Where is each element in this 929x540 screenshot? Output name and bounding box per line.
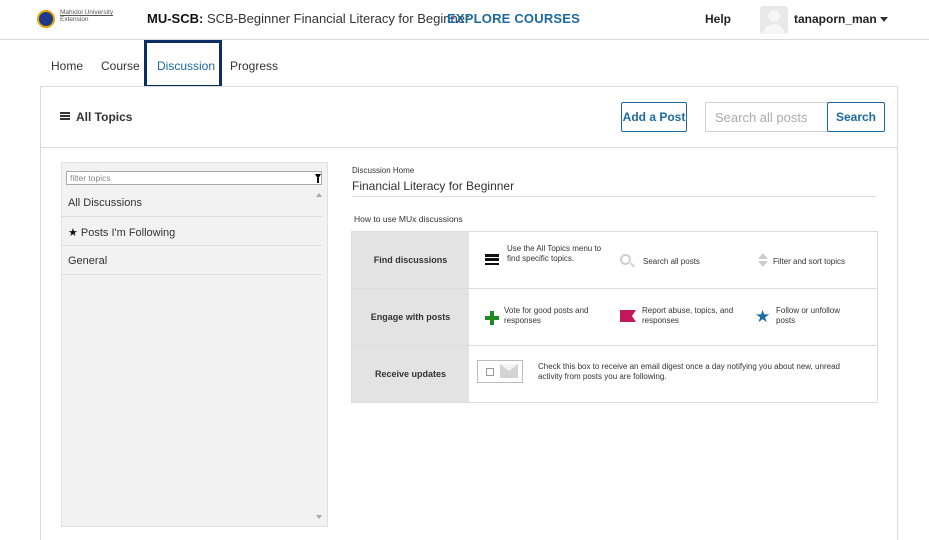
discussion-guide-table: Find discussions Use the All Topics menu… [351, 231, 878, 403]
sidebar-item-all-discussions[interactable]: All Discussions [62, 188, 322, 217]
breadcrumb[interactable]: Discussion Home [352, 166, 414, 175]
sidebar-item-label: Posts I'm Following [80, 227, 176, 239]
sidebar-item-following[interactable]: ★ Posts I'm Following [62, 217, 322, 246]
sidebar-item-label: General [68, 255, 108, 267]
sidebar-item-general[interactable]: General [62, 246, 322, 275]
university-logo-icon[interactable] [37, 10, 55, 28]
chevron-down-icon[interactable] [880, 17, 888, 22]
guide-text: Search all posts [643, 257, 700, 266]
guide-row-label: Engage with posts [352, 289, 469, 345]
explore-courses-link[interactable]: EXPLORE COURSES [447, 11, 580, 26]
guide-row-label: Receive updates [352, 346, 469, 402]
sort-icon [758, 253, 768, 267]
tab-progress[interactable]: Progress [230, 59, 278, 73]
university-logo-text[interactable]: Mahidol University Extension [60, 9, 113, 24]
avatar[interactable] [760, 6, 788, 34]
flag-icon [620, 310, 636, 322]
guide-text: Report abuse, topics, and responses [642, 306, 734, 326]
guide-row-find: Find discussions Use the All Topics menu… [352, 232, 877, 289]
guide-text: Filter and sort topics [773, 257, 846, 266]
filter-icon[interactable] [315, 174, 321, 183]
tab-home[interactable]: Home [51, 59, 83, 73]
logo-line1: Mahidol University [60, 9, 114, 16]
top-header: Mahidol University Extension MU-SCB: SCB… [0, 0, 929, 40]
course-title: MU-SCB: SCB-Beginner Financial Literacy … [147, 11, 469, 26]
tab-course[interactable]: Course [101, 59, 140, 73]
logo-line2: Extension [60, 16, 89, 24]
guide-text: Follow or unfollow posts [776, 306, 841, 326]
course-tabs: Home Course Discussion Progress [0, 40, 929, 88]
email-digest-toggle[interactable] [477, 360, 523, 383]
search-button[interactable]: Search [827, 102, 885, 132]
menu-icon [485, 254, 499, 266]
page-title: Financial Literacy for Beginner [352, 179, 515, 193]
help-link[interactable]: Help [705, 12, 731, 26]
guide-text: Check this box to receive an email diges… [538, 362, 840, 382]
hamburger-menu-icon[interactable] [60, 112, 70, 120]
search-input[interactable]: Search all posts [705, 102, 829, 132]
divider [352, 196, 877, 197]
mail-icon [500, 364, 518, 378]
username-menu[interactable]: tanaporn_man [794, 12, 877, 26]
guide-text: Use the All Topics menu to find specific… [507, 244, 602, 264]
filter-topics-input[interactable]: filter topics [66, 171, 322, 185]
add-post-button[interactable]: Add a Post [621, 102, 687, 132]
guide-row-label: Find discussions [352, 232, 469, 288]
star-icon: ★ [68, 227, 78, 239]
discussion-panel: All Topics Add a Post Search all posts S… [40, 86, 898, 540]
course-name: SCB-Beginner Financial Literacy for Begi… [206, 11, 470, 26]
discussion-toolbar: All Topics Add a Post Search all posts S… [41, 87, 897, 148]
guide-text: Vote for good posts and responses [504, 306, 589, 326]
all-topics-button[interactable]: All Topics [76, 110, 132, 124]
guide-row-engage: Engage with posts Vote for good posts an… [352, 289, 877, 346]
scroll-down-arrow-icon[interactable] [316, 515, 322, 519]
filter-placeholder: filter topics [70, 173, 111, 183]
plus-icon [485, 311, 499, 325]
course-code: MU-SCB: [147, 11, 204, 26]
star-icon: ★ [755, 307, 771, 326]
email-digest-checkbox[interactable] [486, 368, 494, 376]
topics-sidebar: filter topics All Discussions ★ Posts I'm… [61, 162, 328, 527]
active-tab-highlight [144, 40, 222, 88]
guide-row-updates: Receive updates Check this box to receiv… [352, 346, 877, 402]
search-icon [620, 254, 631, 265]
sidebar-item-label: All Discussions [68, 197, 142, 209]
howto-heading: How to use MUx discussions [354, 214, 463, 224]
